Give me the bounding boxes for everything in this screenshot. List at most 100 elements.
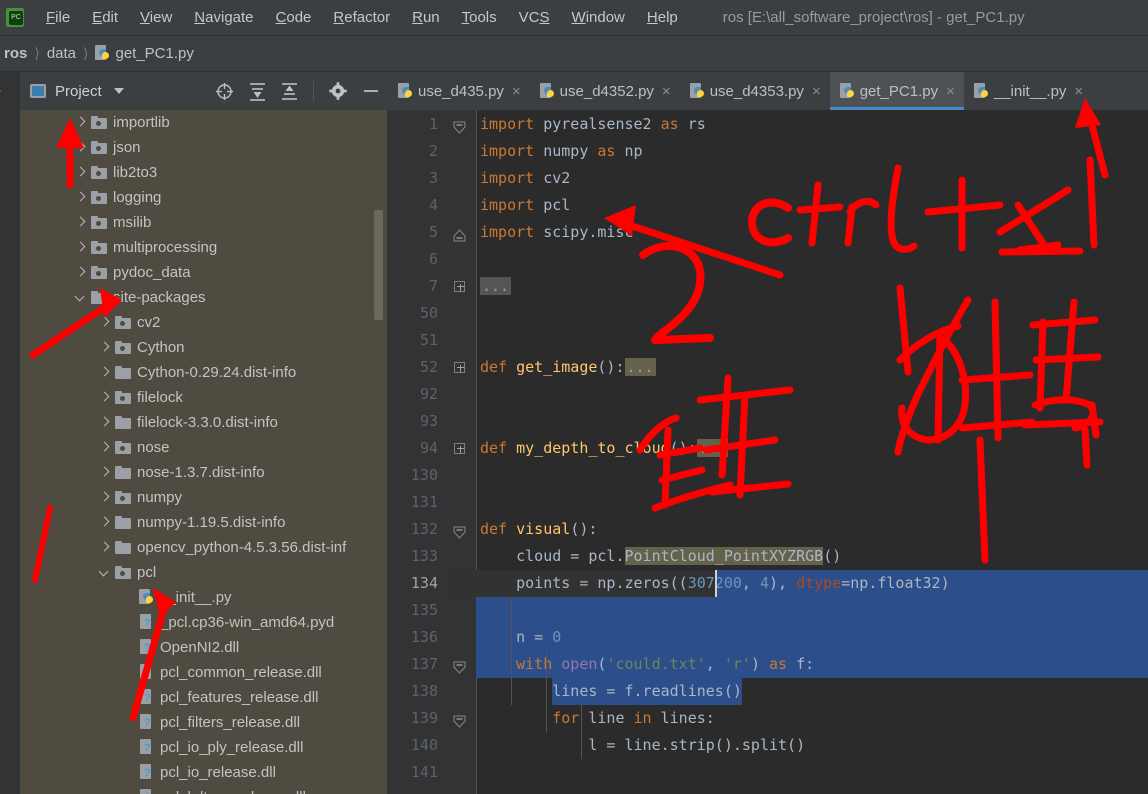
tree-item[interactable]: ? pcl_common_release.dll bbox=[20, 660, 387, 685]
code-line[interactable]: with open('could.txt', 'r') as f: bbox=[480, 651, 814, 678]
chevron-down-icon[interactable] bbox=[98, 566, 111, 579]
menu-item-edit[interactable]: Edit bbox=[81, 7, 129, 28]
chevron-right-icon[interactable] bbox=[74, 241, 87, 254]
hide-panel-icon[interactable] bbox=[362, 82, 380, 100]
tree-item[interactable]: filelock bbox=[20, 385, 387, 410]
tree-item[interactable]: ? pcl_io_release.dll bbox=[20, 760, 387, 785]
code-line[interactable]: for line in lines: bbox=[480, 705, 715, 732]
tree-item[interactable]: nose-1.3.7.dist-info bbox=[20, 460, 387, 485]
tab-use-d4353[interactable]: use_d4353.py × bbox=[680, 72, 830, 110]
chevron-right-icon[interactable] bbox=[98, 316, 111, 329]
code-line[interactable]: import pcl bbox=[480, 192, 570, 219]
close-icon[interactable]: × bbox=[512, 84, 521, 99]
chevron-right-icon[interactable] bbox=[74, 216, 87, 229]
tree-item[interactable]: ? pcl_features_release.dll bbox=[20, 685, 387, 710]
tab-use-d435[interactable]: use_d435.py × bbox=[388, 72, 530, 110]
collapse-all-icon[interactable] bbox=[281, 82, 298, 101]
project-tree[interactable]: importlib json lib2to3 logging msilib multipr… bbox=[20, 110, 388, 794]
fold-region-start-icon[interactable] bbox=[453, 659, 466, 674]
menu-item-run[interactable]: Run bbox=[401, 7, 451, 28]
tree-item[interactable]: ? pcl_io_ply_release.dll bbox=[20, 735, 387, 760]
code-line[interactable]: cloud = pcl.PointCloud_PointXYZRGB() bbox=[480, 543, 841, 570]
chevron-right-icon[interactable] bbox=[74, 266, 87, 279]
expand-all-icon[interactable] bbox=[249, 82, 266, 101]
close-icon[interactable]: × bbox=[812, 84, 821, 99]
tree-item[interactable]: numpy-1.19.5.dist-info bbox=[20, 510, 387, 535]
close-icon[interactable]: × bbox=[1074, 84, 1083, 99]
code-line[interactable]: def visual(): bbox=[480, 516, 597, 543]
tree-item[interactable]: Cython-0.29.24.dist-info bbox=[20, 360, 387, 385]
chevron-right-icon[interactable] bbox=[98, 516, 111, 529]
fold-expand-icon[interactable] bbox=[454, 281, 465, 292]
close-icon[interactable]: × bbox=[662, 84, 671, 99]
chevron-right-icon[interactable] bbox=[74, 141, 87, 154]
tree-item[interactable]: site-packages bbox=[20, 285, 387, 310]
breadcrumb-item-project[interactable]: ros bbox=[4, 45, 27, 62]
chevron-down-icon[interactable] bbox=[113, 88, 124, 94]
chevron-right-icon[interactable] bbox=[74, 116, 87, 129]
tree-item[interactable]: multiprocessing bbox=[20, 235, 387, 260]
menu-item-navigate[interactable]: Navigate bbox=[183, 7, 264, 28]
gear-icon[interactable] bbox=[329, 82, 347, 100]
tree-item[interactable]: opencv_python-4.5.3.56.dist-inf bbox=[20, 535, 387, 560]
fold-region-start-icon[interactable] bbox=[453, 713, 466, 728]
chevron-right-icon[interactable] bbox=[74, 166, 87, 179]
tree-item[interactable]: ? pcl_filters_release.dll bbox=[20, 710, 387, 735]
tab-init-py[interactable]: __init__.py × bbox=[964, 72, 1092, 110]
tree-item[interactable]: msilib bbox=[20, 210, 387, 235]
tree-item[interactable]: logging bbox=[20, 185, 387, 210]
tree-item[interactable]: __init__.py bbox=[20, 585, 387, 610]
menu-item-window[interactable]: Window bbox=[561, 7, 636, 28]
chevron-right-icon[interactable] bbox=[98, 366, 111, 379]
project-strip-label[interactable]: Project bbox=[0, 40, 1, 110]
code-line[interactable]: import cv2 bbox=[480, 165, 570, 192]
tab-use-d4352[interactable]: use_d4352.py × bbox=[530, 72, 680, 110]
code-editor[interactable]: 1 import pyrealsense2 as rs 2 import numpy … bbox=[388, 110, 1148, 794]
tree-item[interactable]: numpy bbox=[20, 485, 387, 510]
chevron-right-icon[interactable] bbox=[98, 391, 111, 404]
tree-item[interactable]: ? _pcl.cp36-win_amd64.pyd bbox=[20, 610, 387, 635]
code-line[interactable]: def get_image():... bbox=[480, 354, 656, 381]
tree-item[interactable]: importlib bbox=[20, 110, 387, 135]
fold-region-start-icon[interactable] bbox=[453, 119, 466, 134]
code-line[interactable]: import pyrealsense2 as rs bbox=[480, 111, 706, 138]
code-line[interactable]: def my_depth_to_cloud():... bbox=[480, 435, 728, 462]
fold-region-start-icon[interactable] bbox=[453, 524, 466, 539]
tree-item[interactable]: pcl bbox=[20, 560, 387, 585]
fold-expand-icon[interactable] bbox=[454, 362, 465, 373]
menu-item-tools[interactable]: Tools bbox=[451, 7, 508, 28]
breadcrumb-item-file[interactable]: get_PC1.py bbox=[115, 45, 193, 62]
tree-item[interactable]: Cython bbox=[20, 335, 387, 360]
menu-item-help[interactable]: Help bbox=[636, 7, 689, 28]
chevron-right-icon[interactable] bbox=[98, 341, 111, 354]
chevron-right-icon[interactable] bbox=[98, 541, 111, 554]
tree-item[interactable]: lib2to3 bbox=[20, 160, 387, 185]
menu-item-view[interactable]: View bbox=[129, 7, 183, 28]
code-line[interactable]: import numpy as np bbox=[480, 138, 643, 165]
locate-target-icon[interactable] bbox=[215, 82, 234, 101]
tree-item[interactable]: filelock-3.3.0.dist-info bbox=[20, 410, 387, 435]
code-line[interactable]: n = 0 bbox=[480, 624, 561, 651]
fold-expand-icon[interactable] bbox=[454, 443, 465, 454]
tree-item[interactable]: ? OpenNI2.dll bbox=[20, 635, 387, 660]
chevron-right-icon[interactable] bbox=[98, 466, 111, 479]
tree-item[interactable]: json bbox=[20, 135, 387, 160]
chevron-down-icon[interactable] bbox=[74, 291, 87, 304]
code-line[interactable]: ... bbox=[480, 273, 512, 300]
menu-item-code[interactable]: Code bbox=[265, 7, 323, 28]
menu-item-file[interactable]: File bbox=[35, 7, 81, 28]
menu-item-vcs[interactable]: VCS bbox=[508, 7, 561, 28]
chevron-right-icon[interactable] bbox=[98, 491, 111, 504]
fold-region-end-icon[interactable] bbox=[453, 227, 466, 242]
tree-item[interactable]: cv2 bbox=[20, 310, 387, 335]
chevron-right-icon[interactable] bbox=[74, 191, 87, 204]
menu-item-refactor[interactable]: Refactor bbox=[322, 7, 401, 28]
tree-item[interactable]: pydoc_data bbox=[20, 260, 387, 285]
code-line[interactable]: l = line.strip().split() bbox=[480, 732, 805, 759]
code-line[interactable]: lines = f.readlines() bbox=[480, 678, 742, 705]
close-icon[interactable]: × bbox=[946, 84, 955, 99]
chevron-right-icon[interactable] bbox=[98, 441, 111, 454]
code-line[interactable]: import scipy.misc bbox=[480, 219, 634, 246]
tab-get-pc1[interactable]: get_PC1.py × bbox=[829, 72, 964, 110]
chevron-right-icon[interactable] bbox=[98, 416, 111, 429]
